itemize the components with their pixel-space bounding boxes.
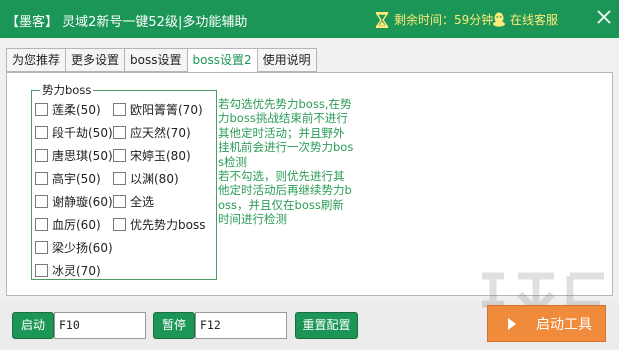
tab-instructions[interactable]: 使用说明 [256,48,317,72]
checkbox-box[interactable] [113,172,126,185]
checkbox-select-all[interactable]: 全选 [113,193,154,210]
remaining-time: 剩余时间：59分钟 [375,11,493,28]
tab-more-settings[interactable]: 更多设置 [65,48,125,72]
checkbox-yiyuan[interactable]: 以渊(80) [113,170,179,187]
checkbox-gaoyu[interactable]: 高宇(50) [35,170,101,187]
checkbox-liangshaoyang[interactable]: 梁少扬(60) [35,239,113,256]
window-title: 【墨客】 灵域2新号一键52级|多功能辅助 [6,15,248,30]
checkbox-bingling[interactable]: 冰灵(70) [35,262,101,279]
arrow-right-icon [508,317,516,330]
checkbox-box[interactable] [35,126,48,139]
tab-boss-settings[interactable]: boss设置 [124,48,187,72]
checkbox-box[interactable] [113,149,126,162]
checkbox-lianrou[interactable]: 莲柔(50) [35,101,101,118]
checkbox-xiejingxuan[interactable]: 谢静璇(60) [35,193,113,210]
start-hotkey-input[interactable]: F10 [54,312,146,339]
checkbox-box[interactable] [113,126,126,139]
checkbox-songtingyu[interactable]: 宋婷玉(80) [113,147,191,164]
description-line: 若不勾选，则优先进行其他定时活动后再继续势力boss，并且仅在boss刷新时间进… [218,169,352,227]
checkbox-label: 段千劫(50) [52,126,113,140]
checkbox-label: 优先势力boss [130,218,206,232]
checkbox-box[interactable] [35,195,48,208]
description-text: 若勾选优先势力boss,在势力boss挑战结束前不进行其他定时活动；并且野外挂机… [218,97,354,227]
checkbox-ouyangjingjing[interactable]: 欧阳箐箐(70) [113,101,203,118]
faction-boss-group: 势力boss 莲柔(50) 段千劫(50) 唐思琪(50) 高宇(50) 谢静璇… [31,83,217,280]
close-icon[interactable] [597,10,611,24]
checkbox-label: 唐思琪(50) [52,149,113,163]
checkbox-box[interactable] [113,218,126,231]
checkbox-label: 全选 [130,195,155,209]
checkbox-label: 高宇(50) [52,172,101,186]
hourglass-icon [375,11,389,28]
pause-hotkey-label[interactable]: 暂停 [153,312,195,339]
checkbox-label: 莲柔(50) [52,103,101,117]
checkbox-tangsiqi[interactable]: 唐思琪(50) [35,147,113,164]
remaining-time-text: 剩余时间：59分钟 [394,13,494,27]
launch-tool-button[interactable]: 启动工具 [487,305,606,342]
checkbox-prioritize-faction-boss[interactable]: 优先势力boss [113,216,205,233]
checkbox-label: 血厉(60) [52,218,101,232]
online-service-label: 在线客服 [510,13,559,27]
tab-recommend[interactable]: 为您推荐 [6,48,66,72]
checkbox-box[interactable] [35,264,48,277]
checkbox-yingtianran[interactable]: 应天然(70) [113,124,191,141]
checkbox-duanqianjie[interactable]: 段千劫(50) [35,124,113,141]
reset-config-button[interactable]: 重置配置 [295,312,358,339]
checkbox-label: 欧阳箐箐(70) [130,103,203,117]
checkbox-box[interactable] [113,195,126,208]
checkbox-label: 宋婷玉(80) [130,149,191,163]
checkbox-xueli[interactable]: 血厉(60) [35,216,101,233]
checkbox-label: 冰灵(70) [52,264,101,278]
checkbox-box[interactable] [35,241,48,254]
description-line: 若勾选优先势力boss,在势力boss挑战结束前不进行其他定时活动；并且野外挂机… [218,97,354,169]
start-hotkey-label[interactable]: 启动 [12,312,54,339]
launch-tool-label: 启动工具 [536,316,592,333]
checkbox-box[interactable] [35,149,48,162]
checkbox-box[interactable] [113,103,126,116]
group-legend: 势力boss [40,83,94,97]
checkbox-box[interactable] [35,218,48,231]
title-bar: 【墨客】 灵域2新号一键52级|多功能辅助 剩余时间：59分钟 在线客服 [0,0,619,38]
tab-bar: 为您推荐 更多设置 boss设置 boss设置2 使用说明 [6,48,317,73]
checkbox-label: 应天然(70) [130,126,191,140]
qq-penguin-icon [493,12,505,27]
checkbox-label: 谢静璇(60) [52,195,113,209]
checkbox-label: 以渊(80) [130,172,179,186]
checkbox-box[interactable] [35,172,48,185]
tab-boss-settings-2[interactable]: boss设置2 [186,48,257,73]
tab-panel: 势力boss 莲柔(50) 段千劫(50) 唐思琪(50) 高宇(50) 谢静璇… [6,72,613,296]
online-service-link[interactable]: 在线客服 [492,11,558,28]
pause-hotkey-input[interactable]: F12 [195,312,287,339]
checkbox-label: 梁少扬(60) [52,241,113,255]
checkbox-box[interactable] [35,103,48,116]
